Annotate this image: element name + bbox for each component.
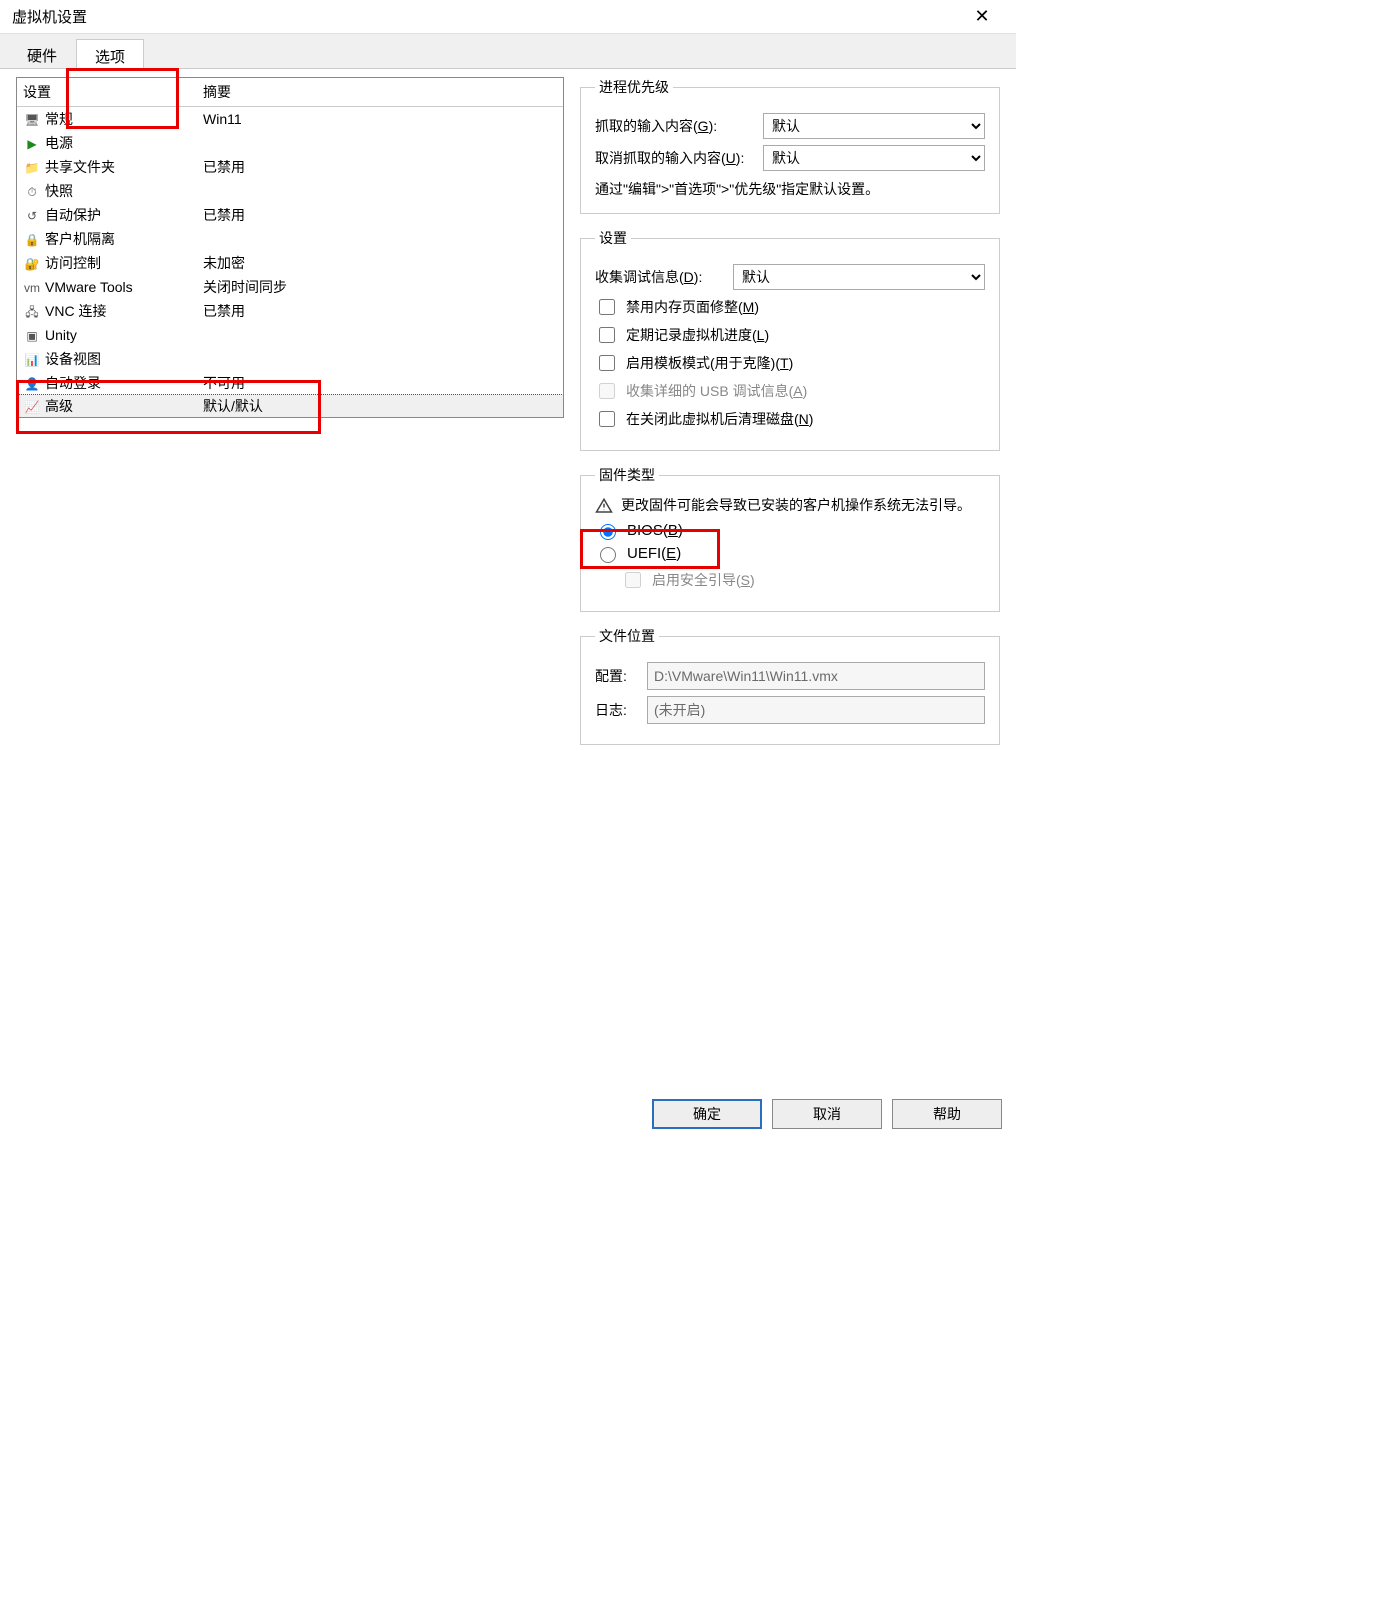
row-icon: 👤 xyxy=(23,376,41,392)
label-log-path: 日志: xyxy=(595,700,639,720)
row-icon: vm xyxy=(23,280,41,296)
col-header-summary: 摘要 xyxy=(203,82,557,102)
list-row[interactable]: ▣Unity xyxy=(17,323,563,347)
row-icon: ▣ xyxy=(23,328,41,344)
row-icon: 📈 xyxy=(23,399,41,415)
label-debug-info: 收集调试信息(D): xyxy=(595,267,725,287)
title-bar: 虚拟机设置 ✕ xyxy=(0,0,1016,34)
priority-hint: 通过"编辑">"首选项">"优先级"指定默认设置。 xyxy=(595,179,985,199)
label-secure-boot: 启用安全引导(S) xyxy=(652,570,755,590)
warning-icon xyxy=(595,497,613,515)
list-row[interactable]: vmVMware Tools 关闭时间同步 xyxy=(17,275,563,299)
row-icon: 🖧 xyxy=(23,305,41,321)
list-row[interactable]: 📊设备视图 xyxy=(17,347,563,371)
label-uefi: UEFI(E) xyxy=(627,545,681,562)
tab-hardware[interactable]: 硬件 xyxy=(8,38,76,68)
label-grabbed-input: 抓取的输入内容(G): xyxy=(595,116,755,136)
label-template-mode: 启用模板模式(用于克隆)(T) xyxy=(626,353,793,373)
label-log-progress: 定期记录虚拟机进度(L) xyxy=(626,325,769,345)
checkbox-secure-boot xyxy=(625,572,641,588)
list-row[interactable]: 🔐访问控制 未加密 xyxy=(17,251,563,275)
row-label: 快照 xyxy=(45,183,73,199)
checkbox-clean-disk[interactable] xyxy=(599,411,615,427)
tab-strip: 硬件 选项 xyxy=(0,34,1016,69)
tab-options[interactable]: 选项 xyxy=(76,39,144,69)
col-header-setting: 设置 xyxy=(23,82,203,102)
help-button[interactable]: 帮助 xyxy=(892,1099,1002,1129)
label-clean-disk: 在关闭此虚拟机后清理磁盘(N) xyxy=(626,409,813,429)
row-icon: ⏱ xyxy=(23,185,41,201)
firmware-warning-text: 更改固件可能会导致已安装的客户机操作系统无法引导。 xyxy=(621,495,971,515)
input-config-path xyxy=(647,662,985,690)
list-row[interactable]: ↺自动保护 已禁用 xyxy=(17,203,563,227)
legend-file-location: 文件位置 xyxy=(595,626,659,646)
checkbox-log-progress[interactable] xyxy=(599,327,615,343)
select-grabbed-priority[interactable]: 默认 xyxy=(763,113,985,139)
row-summary: 关闭时间同步 xyxy=(203,277,557,297)
settings-list: 设置 摘要 🖥常规Win11▶电源📁共享文件夹已禁用⏱快照↺自动保护已禁用🔒客户… xyxy=(16,77,564,418)
row-label: 访问控制 xyxy=(45,255,101,271)
row-summary: Win11 xyxy=(203,111,557,127)
row-label: 客户机隔离 xyxy=(45,231,115,247)
input-log-path xyxy=(647,696,985,724)
row-summary: 已禁用 xyxy=(203,157,557,177)
select-ungrabbed-priority[interactable]: 默认 xyxy=(763,145,985,171)
row-label: 高级 xyxy=(45,398,73,414)
row-label: VMware Tools xyxy=(45,279,133,295)
row-label: 自动保护 xyxy=(45,207,101,223)
row-icon: 🔒 xyxy=(23,232,41,248)
legend-firmware: 固件类型 xyxy=(595,465,659,485)
label-disable-mem-trim: 禁用内存页面修整(M) xyxy=(626,297,759,317)
list-row[interactable]: 📈高级 默认/默认 xyxy=(17,394,563,417)
row-icon: 🔐 xyxy=(23,256,41,272)
list-row[interactable]: ⏱快照 xyxy=(17,179,563,203)
row-summary: 已禁用 xyxy=(203,301,557,321)
row-label: 设备视图 xyxy=(45,351,101,367)
row-label: VNC 连接 xyxy=(45,303,106,319)
row-label: 共享文件夹 xyxy=(45,159,115,175)
group-process-priority: 进程优先级 抓取的输入内容(G): 默认 取消抓取的输入内容(U): 默认 通过… xyxy=(580,77,1000,214)
list-row[interactable]: 👤自动登录 不可用 xyxy=(17,371,563,395)
select-debug-info[interactable]: 默认 xyxy=(733,264,985,290)
row-summary: 不可用 xyxy=(203,373,557,393)
legend-process-priority: 进程优先级 xyxy=(595,77,673,97)
checkbox-template-mode[interactable] xyxy=(599,355,615,371)
list-row[interactable]: 🖧VNC 连接 已禁用 xyxy=(17,299,563,323)
label-usb-debug: 收集详细的 USB 调试信息(A) xyxy=(626,381,807,401)
row-label: 自动登录 xyxy=(45,375,101,391)
list-row[interactable]: 🖥常规 Win11 xyxy=(17,107,563,131)
row-icon: ▶ xyxy=(23,136,41,152)
radio-uefi[interactable] xyxy=(600,547,616,563)
label-config-path: 配置: xyxy=(595,666,639,686)
row-icon: 📊 xyxy=(23,352,41,368)
dialog-buttons: 确定 取消 帮助 xyxy=(0,1089,1016,1139)
ok-button[interactable]: 确定 xyxy=(652,1099,762,1129)
list-row[interactable]: 📁共享文件夹 已禁用 xyxy=(17,155,563,179)
list-row[interactable]: ▶电源 xyxy=(17,131,563,155)
group-firmware: 固件类型 更改固件可能会导致已安装的客户机操作系统无法引导。 BIOS(B) U… xyxy=(580,465,1000,612)
cancel-button[interactable]: 取消 xyxy=(772,1099,882,1129)
group-file-location: 文件位置 配置: 日志: xyxy=(580,626,1000,745)
row-label: 电源 xyxy=(45,135,73,151)
row-label: 常规 xyxy=(45,111,73,127)
radio-bios[interactable] xyxy=(600,524,616,540)
label-bios: BIOS(B) xyxy=(627,522,683,539)
row-icon: 🖥 xyxy=(23,112,41,128)
row-summary: 默认/默认 xyxy=(203,396,557,416)
row-icon: 📁 xyxy=(23,160,41,176)
group-settings: 设置 收集调试信息(D): 默认 禁用内存页面修整(M) 定期记录虚拟机进度(L… xyxy=(580,228,1000,451)
row-icon: ↺ xyxy=(23,208,41,224)
list-row[interactable]: 🔒客户机隔离 xyxy=(17,227,563,251)
row-summary: 已禁用 xyxy=(203,205,557,225)
checkbox-disable-mem-trim[interactable] xyxy=(599,299,615,315)
close-button[interactable]: ✕ xyxy=(960,2,1004,32)
legend-settings: 设置 xyxy=(595,228,631,248)
row-label: Unity xyxy=(45,327,77,343)
checkbox-usb-debug xyxy=(599,383,615,399)
label-ungrabbed-input: 取消抓取的输入内容(U): xyxy=(595,148,755,168)
window-title: 虚拟机设置 xyxy=(12,6,960,27)
row-summary: 未加密 xyxy=(203,253,557,273)
